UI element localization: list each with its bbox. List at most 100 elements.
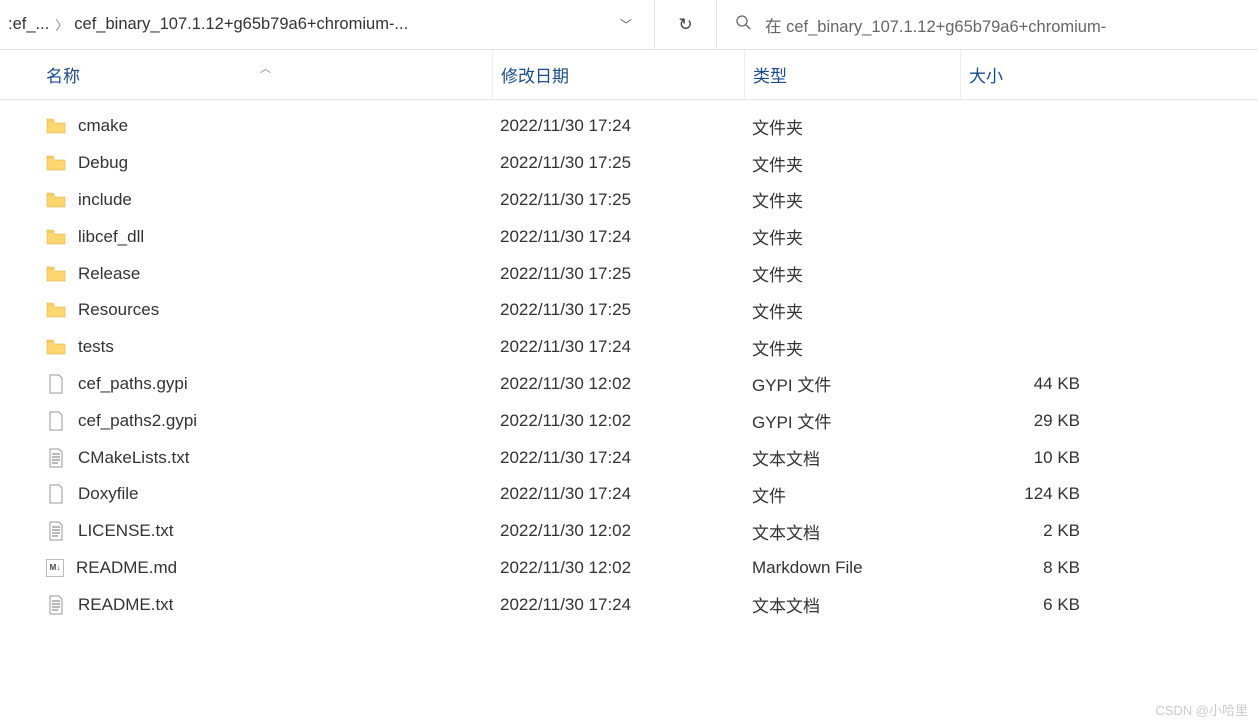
- file-row[interactable]: libcef_dll2022/11/30 17:24文件夹: [0, 218, 1258, 255]
- cell-type: GYPI 文件: [744, 371, 960, 396]
- address-toolbar: :ef_... 〉 cef_binary_107.1.12+g65b79a6+c…: [0, 0, 1258, 50]
- cell-name: Resources: [0, 300, 492, 320]
- header-date-label: 修改日期: [501, 62, 569, 87]
- file-row[interactable]: tests 2022/11/30 17:24文件夹: [0, 329, 1258, 366]
- cell-name: M↓ README.md: [0, 558, 492, 578]
- file-row[interactable]: Resources 2022/11/30 17:25文件夹: [0, 292, 1258, 329]
- search-placeholder: 在 cef_binary_107.1.12+g65b79a6+chromium-: [765, 13, 1106, 37]
- folder-icon: [46, 153, 66, 173]
- cell-name: CMakeLists.txt: [0, 448, 492, 468]
- file-name: Resources: [78, 300, 159, 320]
- file-name: README.txt: [78, 595, 173, 615]
- cell-name: Doxyfile: [0, 484, 492, 504]
- header-size[interactable]: 大小: [960, 50, 1090, 99]
- cell-date: 2022/11/30 17:24: [492, 337, 744, 357]
- file-row[interactable]: cef_paths2.gypi2022/11/30 12:02GYPI 文件29…: [0, 402, 1258, 439]
- cell-type: 文本文档: [744, 445, 960, 470]
- markdown-file-icon: M↓: [46, 559, 64, 577]
- cell-date: 2022/11/30 12:02: [492, 521, 744, 541]
- text-file-icon: [46, 595, 66, 615]
- file-name: Debug: [78, 153, 128, 173]
- cell-size: 6 KB: [960, 595, 1090, 615]
- file-row[interactable]: LICENSE.txt2022/11/30 12:02文本文档2 KB: [0, 513, 1258, 550]
- chevron-down-icon[interactable]: ﹀: [606, 16, 646, 33]
- cell-name: cef_paths.gypi: [0, 374, 492, 394]
- cell-name: Release: [0, 264, 492, 284]
- file-row[interactable]: CMakeLists.txt 2022/11/30 17:24文本文档10 KB: [0, 439, 1258, 476]
- header-date[interactable]: 修改日期: [492, 50, 744, 99]
- cell-type: 文件: [744, 482, 960, 507]
- column-headers: ︿ 名称 修改日期 类型 大小: [0, 50, 1258, 100]
- cell-type: 文件夹: [744, 187, 960, 212]
- file-row[interactable]: Release2022/11/30 17:25文件夹: [0, 255, 1258, 292]
- file-icon: [46, 484, 66, 504]
- file-row[interactable]: cef_paths.gypi 2022/11/30 12:02GYPI 文件44 …: [0, 366, 1258, 403]
- cell-date: 2022/11/30 17:24: [492, 227, 744, 247]
- cell-date: 2022/11/30 12:02: [492, 558, 744, 578]
- file-row[interactable]: README.txt2022/11/30 17:24文本文档6 KB: [0, 586, 1258, 623]
- cell-date: 2022/11/30 12:02: [492, 374, 744, 394]
- folder-icon: [46, 264, 66, 284]
- file-name: README.md: [76, 558, 177, 578]
- cell-type: 文件夹: [744, 335, 960, 360]
- file-name: tests: [78, 337, 114, 357]
- cell-name: tests: [0, 337, 492, 357]
- cell-date: 2022/11/30 17:25: [492, 190, 744, 210]
- sort-ascending-icon: ︿: [260, 60, 271, 76]
- file-icon: [46, 411, 66, 431]
- refresh-button[interactable]: ↻: [655, 0, 717, 49]
- cell-date: 2022/11/30 17:25: [492, 264, 744, 284]
- cell-type: 文件夹: [744, 298, 960, 323]
- file-row[interactable]: Doxyfile2022/11/30 17:24文件124 KB: [0, 476, 1258, 513]
- file-name: cef_paths.gypi: [78, 374, 188, 394]
- file-name: cmake: [78, 116, 128, 136]
- breadcrumb-segment[interactable]: :ef_...: [8, 15, 49, 34]
- header-type-label: 类型: [753, 62, 787, 87]
- breadcrumb-segment[interactable]: cef_binary_107.1.12+g65b79a6+chromium-..…: [74, 15, 408, 34]
- folder-icon: [46, 300, 66, 320]
- folder-icon: [46, 227, 66, 247]
- cell-date: 2022/11/30 17:25: [492, 153, 744, 173]
- cell-date: 2022/11/30 17:24: [492, 116, 744, 136]
- folder-icon: [46, 116, 66, 136]
- cell-type: 文本文档: [744, 592, 960, 617]
- cell-size: 10 KB: [960, 448, 1090, 468]
- cell-type: Markdown File: [744, 558, 960, 578]
- file-name: include: [78, 190, 132, 210]
- search-icon: [735, 14, 751, 35]
- cell-name: libcef_dll: [0, 227, 492, 247]
- file-row[interactable]: include 2022/11/30 17:25文件夹: [0, 182, 1258, 219]
- cell-type: GYPI 文件: [744, 408, 960, 433]
- cell-name: include: [0, 190, 492, 210]
- file-name: CMakeLists.txt: [78, 448, 189, 468]
- cell-size: 8 KB: [960, 558, 1090, 578]
- file-row[interactable]: M↓ README.md 2022/11/30 12:02Markdown File…: [0, 550, 1258, 587]
- header-type[interactable]: 类型: [744, 50, 960, 99]
- header-name-label: 名称: [46, 67, 80, 86]
- text-file-icon: [46, 448, 66, 468]
- breadcrumb[interactable]: :ef_... 〉 cef_binary_107.1.12+g65b79a6+c…: [0, 0, 655, 49]
- cell-size: 44 KB: [960, 374, 1090, 394]
- folder-icon: [46, 337, 66, 357]
- text-file-icon: [46, 521, 66, 541]
- chevron-right-icon: 〉: [55, 15, 68, 34]
- search-box[interactable]: 在 cef_binary_107.1.12+g65b79a6+chromium-: [717, 0, 1258, 49]
- file-row[interactable]: Debug 2022/11/30 17:25文件夹: [0, 145, 1258, 182]
- file-name: libcef_dll: [78, 227, 144, 247]
- folder-icon: [46, 190, 66, 210]
- cell-size: 29 KB: [960, 411, 1090, 431]
- cell-name: cmake: [0, 116, 492, 136]
- cell-date: 2022/11/30 12:02: [492, 411, 744, 431]
- cell-date: 2022/11/30 17:24: [492, 448, 744, 468]
- cell-type: 文件夹: [744, 151, 960, 176]
- refresh-icon: ↻: [678, 15, 692, 35]
- cell-name: README.txt: [0, 595, 492, 615]
- file-row[interactable]: cmake2022/11/30 17:24文件夹: [0, 108, 1258, 145]
- file-list: cmake2022/11/30 17:24文件夹Debug2022/11/30 …: [0, 100, 1258, 623]
- cell-date: 2022/11/30 17:25: [492, 300, 744, 320]
- cell-type: 文本文档: [744, 519, 960, 544]
- file-icon: [46, 374, 66, 394]
- header-name[interactable]: ︿ 名称: [0, 62, 492, 87]
- cell-date: 2022/11/30 17:24: [492, 484, 744, 504]
- file-name: Doxyfile: [78, 484, 138, 504]
